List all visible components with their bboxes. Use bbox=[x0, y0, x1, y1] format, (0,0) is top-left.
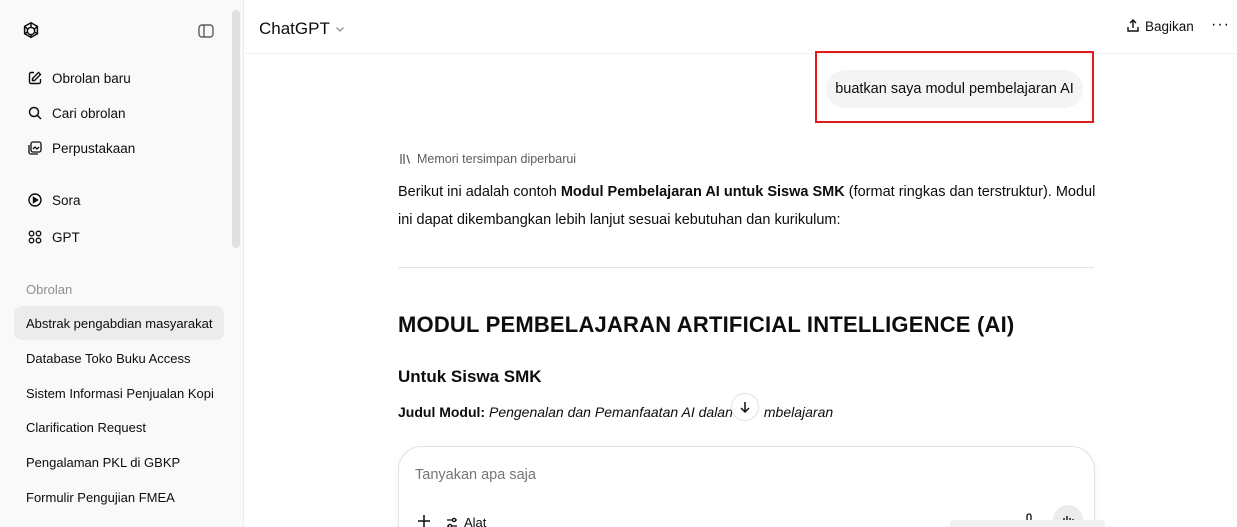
scroll-down-button[interactable] bbox=[731, 393, 759, 421]
memory-note-text: Memori tersimpan diperbarui bbox=[417, 152, 577, 166]
tools-label: Alat bbox=[464, 515, 487, 527]
module-heading: MODUL PEMBELAJARAN ARTIFICIAL INTELLIGEN… bbox=[398, 312, 1015, 337]
composer: Alat bbox=[398, 446, 1095, 527]
search-icon bbox=[26, 104, 44, 122]
sidebar-chat-item[interactable]: Formulir Pengujian FMEA bbox=[14, 480, 224, 514]
sidebar-item-gpt[interactable]: GPT bbox=[14, 220, 226, 254]
sidebar: Obrolan baru Cari obrolan Perpustakaan S… bbox=[0, 0, 244, 527]
sidebar-item-label: GPT bbox=[52, 229, 80, 245]
memory-icon bbox=[400, 154, 411, 164]
memory-updated-note[interactable]: Memori tersimpan diperbarui bbox=[398, 152, 576, 166]
prompt-input[interactable] bbox=[415, 467, 1015, 483]
sidebar-item-label: Perpustakaan bbox=[52, 140, 136, 156]
intro-text: Berikut ini adalah contoh bbox=[398, 184, 561, 200]
sidebar-item-label: Cari obrolan bbox=[52, 105, 126, 121]
module-title-line: Judul Modul: Pengenalan dan Pemanfaatan … bbox=[398, 404, 833, 420]
sidebar-chat-item[interactable]: Clarification Request bbox=[14, 410, 224, 444]
add-attachment-button[interactable] bbox=[417, 511, 431, 527]
sidebar-header bbox=[0, 0, 244, 58]
sidebar-item-search-chats[interactable]: Cari obrolan bbox=[14, 96, 226, 130]
sidebar-item-new-chat[interactable]: Obrolan baru bbox=[14, 61, 226, 95]
sidebar-item-library[interactable]: Perpustakaan bbox=[14, 131, 226, 165]
divider bbox=[398, 267, 1094, 268]
sidebar-toggle-icon[interactable] bbox=[196, 21, 216, 41]
edit-icon bbox=[26, 69, 44, 87]
module-subheading: Untuk Siswa SMK bbox=[398, 367, 542, 386]
sidebar-chat-item[interactable]: Pengalaman PKL di GBKP bbox=[14, 445, 224, 479]
play-circle-icon bbox=[26, 191, 44, 209]
plus-icon bbox=[418, 515, 430, 527]
model-selector[interactable]: ChatGPT bbox=[259, 19, 346, 39]
tools-button[interactable]: Alat bbox=[445, 515, 486, 527]
share-icon bbox=[1127, 19, 1139, 32]
sidebar-section-title: Obrolan bbox=[26, 282, 73, 297]
chevron-down-icon bbox=[335, 27, 344, 32]
module-title-part1: Pengenalan dan Pemanfaatan AI dalan bbox=[488, 404, 733, 420]
top-bar: ChatGPT Bagikan ··· bbox=[245, 0, 1237, 54]
library-icon bbox=[26, 139, 44, 157]
sidebar-chat-item[interactable]: Sistem Informasi Penjualan Kopi bbox=[14, 376, 224, 410]
more-options-button[interactable]: ··· bbox=[1211, 16, 1230, 34]
openai-logo-icon[interactable] bbox=[20, 20, 42, 42]
module-title-part2: mbelajaran bbox=[763, 404, 834, 420]
grid-icon bbox=[26, 228, 44, 246]
sidebar-chat-item[interactable]: Abstrak pengabdian masyarakat bbox=[14, 306, 224, 340]
share-label: Bagikan bbox=[1145, 18, 1194, 34]
sidebar-item-label: Sora bbox=[52, 192, 81, 208]
user-message-bubble: buatkan saya modul pembelajaran AI bbox=[826, 70, 1083, 108]
model-name-label: ChatGPT bbox=[259, 19, 330, 38]
sidebar-item-sora[interactable]: Sora bbox=[14, 183, 226, 217]
share-button[interactable]: Bagikan bbox=[1125, 18, 1194, 34]
assistant-intro-paragraph: Berikut ini adalah contoh Modul Pembelaj… bbox=[398, 178, 1098, 234]
sidebar-item-label: Obrolan baru bbox=[52, 70, 131, 86]
intro-bold-text: Modul Pembelajaran AI untuk Siswa SMK bbox=[560, 184, 845, 200]
sliders-icon bbox=[447, 517, 457, 527]
tooltip-stub bbox=[950, 520, 1105, 527]
sidebar-chat-item[interactable]: Database Toko Buku Access bbox=[14, 341, 224, 375]
module-title-label: Judul Modul: bbox=[398, 404, 486, 420]
sidebar-scrollbar[interactable] bbox=[232, 10, 240, 248]
arrow-down-icon bbox=[740, 402, 750, 414]
